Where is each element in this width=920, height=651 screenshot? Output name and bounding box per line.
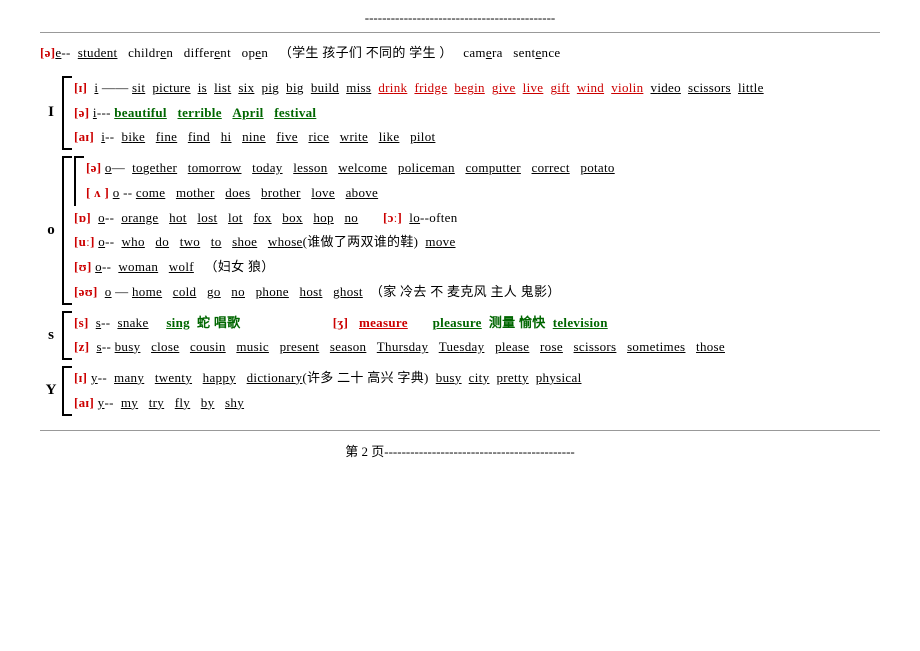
row-Y-long-i: [aɪ] y-- my try fly by shy: [74, 391, 880, 416]
rows-o: [ə] o— together tomorrow today lesson we…: [74, 156, 880, 305]
word-different: different: [184, 45, 231, 60]
o-sub-group-1: [ə] o— together tomorrow today lesson we…: [74, 156, 880, 206]
rows-I: [ɪ] i —— sit picture is list six pig big…: [74, 76, 880, 150]
row-Y-short-i: [ɪ] y-- many twenty happy dictionary(许多 …: [74, 366, 880, 391]
row-s-voiced: [s] s-- snake sing 蛇 唱歌 [ʒ] measure plea…: [74, 311, 880, 336]
section-I: I [ɪ] i —— sit picture is list six pig b…: [40, 76, 880, 150]
word-student: student: [78, 45, 118, 60]
label-Y: Y: [40, 366, 62, 416]
bracket-I: [62, 76, 72, 150]
row-I-long-i: [aɪ] i-- bike fine find hi nine five ric…: [74, 125, 880, 150]
rows-s: [s] s-- snake sing 蛇 唱歌 [ʒ] measure plea…: [74, 311, 880, 361]
section-O: o [ə] o— together tomorrow today lesson …: [40, 156, 880, 305]
rows-Y: [ɪ] y-- many twenty happy dictionary(许多 …: [74, 366, 880, 416]
word-open: open: [242, 45, 269, 60]
label-s: s: [40, 311, 62, 361]
row-I-short-i: [ɪ] i —— sit picture is list six pig big…: [74, 76, 880, 101]
word-children: children: [128, 45, 173, 60]
top-divider: [40, 32, 880, 33]
phonetic-schwa-e: [ə]: [40, 45, 55, 60]
o-sub-rows-1: [ə] o— together tomorrow today lesson we…: [86, 156, 880, 206]
row-o-short: [ɒ] o-- orange hot lost lot fox box hop …: [74, 206, 880, 231]
row-I-schwa: [ə] i--- beautiful terrible April festiv…: [74, 101, 880, 126]
top-phonetic-row: [ə]e-- student children different open （…: [40, 41, 880, 66]
section-Y: Y [ɪ] y-- many twenty happy dictionary(许…: [40, 366, 880, 416]
row-s-z: [z] s-- busy close cousin music present …: [74, 335, 880, 360]
bracket-Y: [62, 366, 72, 416]
row-o-caret: [ ʌ ] o -- come mother does brother love…: [86, 181, 880, 206]
word-sentence: sentence: [513, 45, 560, 60]
label-o: o: [40, 156, 62, 305]
e-connector: e: [55, 45, 61, 60]
sub-bracket-1: [74, 156, 84, 206]
chinese-students: （学生 孩子们 不同的 学生 ）: [279, 45, 453, 60]
word-camera: camera: [463, 45, 502, 60]
label-I: I: [40, 76, 62, 150]
main-page: ----------------------------------------…: [0, 0, 920, 470]
top-dashes: ----------------------------------------…: [40, 10, 880, 26]
bracket-o: [62, 156, 72, 305]
bottom-divider: [40, 430, 880, 431]
row-o-schwa: [ə] o— together tomorrow today lesson we…: [86, 156, 880, 181]
row-o-long-u: [uː] o-- who do two to shoe whose(谁做了两双谁…: [74, 230, 880, 255]
bottom-page-label: 第 2 页-----------------------------------…: [40, 441, 880, 460]
bracket-s: [62, 311, 72, 361]
row-o-diphthong: [əʊ] o — home cold go no phone host ghos…: [74, 280, 880, 305]
section-S: s [s] s-- snake sing 蛇 唱歌 [ʒ] measure pl…: [40, 311, 880, 361]
row-o-short-u: [ʊ] o-- woman wolf （妇女 狼）: [74, 255, 880, 280]
